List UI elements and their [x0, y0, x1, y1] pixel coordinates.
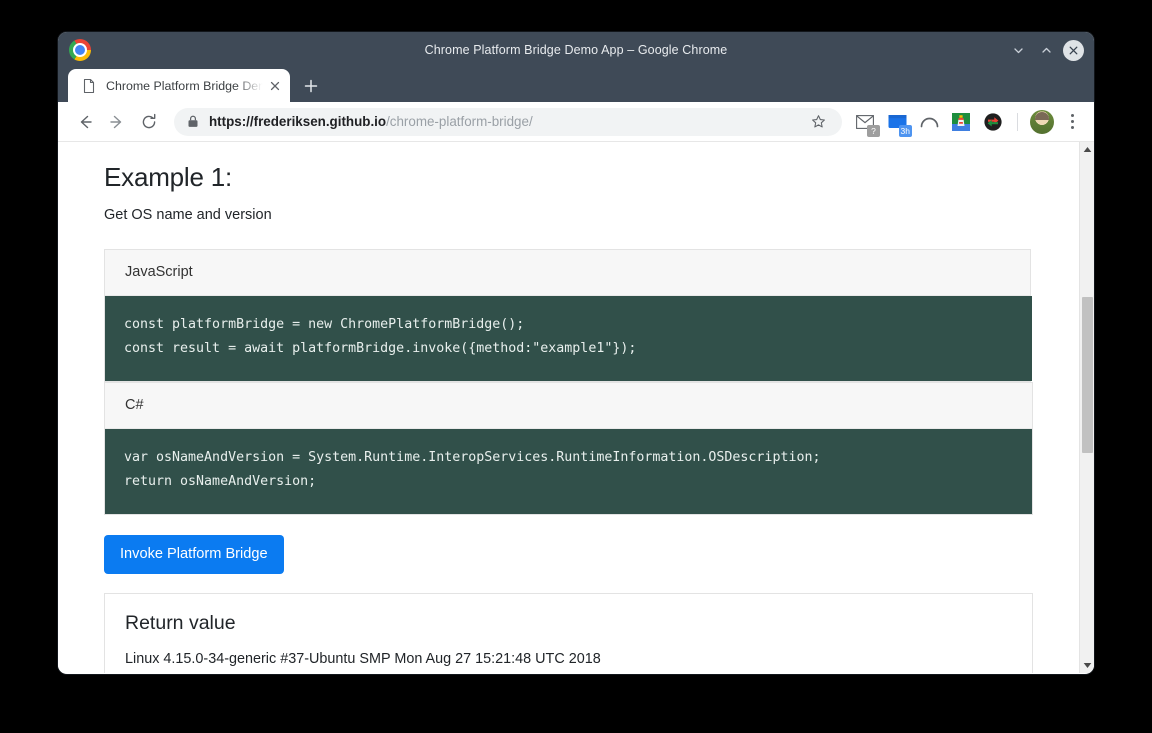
- tab-close-icon[interactable]: [266, 77, 284, 95]
- chrome-menu-button[interactable]: [1059, 108, 1085, 136]
- browser-window: Chrome Platform Bridge Demo App – Google…: [58, 32, 1094, 674]
- return-value-card: Return value Linux 4.15.0-34-generic #37…: [104, 593, 1033, 673]
- window-title: Chrome Platform Bridge Demo App – Google…: [58, 43, 1094, 57]
- reload-button[interactable]: [134, 107, 164, 137]
- javascript-code-card: JavaScript const platformBridge = new Ch…: [104, 249, 1031, 382]
- cloud-extension-icon[interactable]: [916, 109, 942, 135]
- honey-extension-icon[interactable]: [980, 109, 1006, 135]
- new-tab-button[interactable]: [296, 72, 326, 100]
- close-button[interactable]: [1063, 40, 1084, 61]
- page-viewport: Example 1: Get OS name and version JavaS…: [58, 142, 1094, 673]
- window-controls: [1007, 39, 1094, 61]
- calendar-extension-icon[interactable]: 3h: [884, 109, 910, 135]
- browser-toolbar: https://frederiksen.github.io/chrome-pla…: [58, 102, 1094, 142]
- maximize-button[interactable]: [1035, 39, 1057, 61]
- toolbar-separator: [1017, 113, 1018, 131]
- tab-chrome-platform-bridge-demo[interactable]: Chrome Platform Bridge Dem: [68, 69, 290, 102]
- page-favicon-icon: [81, 78, 97, 94]
- title-bar: Chrome Platform Bridge Demo App – Google…: [58, 32, 1094, 68]
- tab-strip: Chrome Platform Bridge Dem: [58, 68, 1094, 102]
- page-title: Example 1:: [104, 162, 1033, 193]
- gmail-badge: ?: [867, 125, 880, 137]
- csharp-code-block: var osNameAndVersion = System.Runtime.In…: [105, 429, 1032, 514]
- address-bar-path: /chrome-platform-bridge/: [386, 114, 533, 129]
- scrollbar-track[interactable]: [1080, 157, 1095, 673]
- scroll-down-arrow-icon[interactable]: [1080, 658, 1094, 673]
- address-bar[interactable]: https://frederiksen.github.io/chrome-pla…: [174, 108, 842, 136]
- back-button[interactable]: [70, 107, 100, 137]
- scrollbar-thumb[interactable]: [1082, 297, 1093, 453]
- scroll-up-arrow-icon[interactable]: [1080, 142, 1095, 157]
- page-subtitle: Get OS name and version: [104, 207, 1033, 223]
- gmail-extension-icon[interactable]: ?: [852, 109, 878, 135]
- address-bar-url: https://frederiksen.github.io/chrome-pla…: [209, 114, 804, 129]
- address-bar-domain: https://frederiksen.github.io: [209, 114, 386, 129]
- tab-title: Chrome Platform Bridge Dem: [106, 79, 264, 93]
- profile-avatar[interactable]: [1030, 110, 1054, 134]
- csharp-card-header: C#: [105, 383, 1032, 429]
- invoke-platform-bridge-button[interactable]: Invoke Platform Bridge: [104, 535, 284, 574]
- csharp-code-card: C# var osNameAndVersion = System.Runtime…: [104, 382, 1033, 515]
- forward-button[interactable]: [102, 107, 132, 137]
- lighthouse-extension-icon[interactable]: [948, 109, 974, 135]
- javascript-code-block: const platformBridge = new ChromePlatfor…: [105, 296, 1032, 381]
- return-value-text: Linux 4.15.0-34-generic #37-Ubuntu SMP M…: [125, 651, 1012, 667]
- minimize-button[interactable]: [1007, 39, 1029, 61]
- bookmark-star-icon[interactable]: [804, 108, 832, 136]
- return-value-title: Return value: [125, 612, 1012, 635]
- lock-icon: [187, 115, 199, 128]
- page-content: Example 1: Get OS name and version JavaS…: [58, 142, 1079, 673]
- chrome-logo-icon: [69, 39, 91, 61]
- calendar-badge: 3h: [899, 125, 912, 137]
- javascript-card-header: JavaScript: [105, 250, 1030, 296]
- vertical-scrollbar[interactable]: [1079, 142, 1094, 673]
